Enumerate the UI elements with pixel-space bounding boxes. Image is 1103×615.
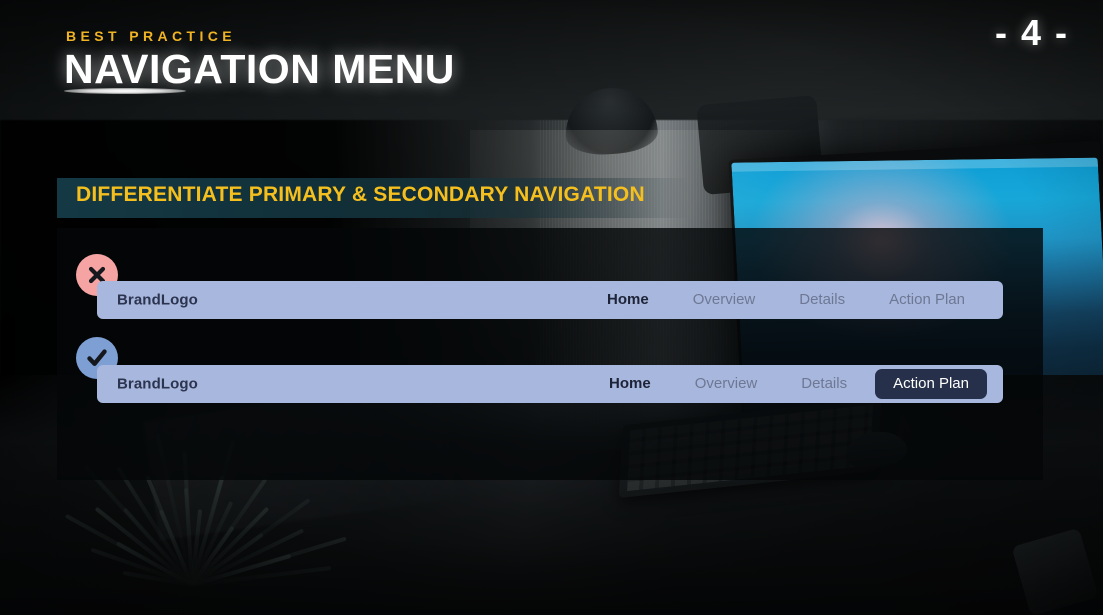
- nav-example-bad: BrandLogo Home Overview Details Action P…: [97, 281, 1003, 319]
- eyebrow-label: BEST PRACTICE: [66, 28, 236, 44]
- nav-item-home[interactable]: Home: [587, 365, 673, 403]
- nav-item-action-plan-cta[interactable]: Action Plan: [875, 369, 987, 399]
- brand-logo[interactable]: BrandLogo: [117, 376, 198, 393]
- subtitle-text: DIFFERENTIATE PRIMARY & SECONDARY NAVIGA…: [76, 183, 645, 206]
- navbar: BrandLogo Home Overview Details Action P…: [97, 281, 1003, 319]
- nav-item-overview[interactable]: Overview: [671, 281, 778, 319]
- nav-item-action-plan[interactable]: Action Plan: [867, 281, 987, 319]
- page-title: NAVIGATION MENU: [64, 46, 455, 92]
- nav-item-details[interactable]: Details: [779, 365, 869, 403]
- title-underline: [64, 88, 186, 94]
- page-number: - 4 -: [994, 12, 1069, 53]
- nav-items: Home Overview Details Action Plan: [587, 365, 987, 403]
- content-panel: [57, 228, 1043, 480]
- nav-item-overview[interactable]: Overview: [673, 365, 780, 403]
- nav-item-details[interactable]: Details: [777, 281, 867, 319]
- nav-items: Home Overview Details Action Plan: [585, 281, 987, 319]
- navbar: BrandLogo Home Overview Details Action P…: [97, 365, 1003, 403]
- nav-item-home[interactable]: Home: [585, 281, 671, 319]
- brand-logo[interactable]: BrandLogo: [117, 292, 198, 309]
- slide: BEST PRACTICE NAVIGATION MENU - 4 - DIFF…: [0, 0, 1103, 615]
- nav-example-good: BrandLogo Home Overview Details Action P…: [97, 365, 1003, 403]
